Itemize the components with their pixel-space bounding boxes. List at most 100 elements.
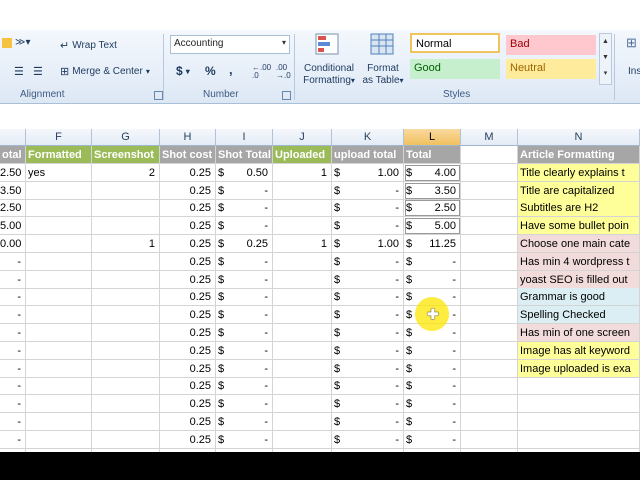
- cell-shot-total[interactable]: $-: [216, 324, 273, 342]
- cell-total-prev[interactable]: -: [0, 359, 26, 378]
- cell[interactable]: [461, 270, 518, 289]
- cell-total-prev[interactable]: -: [0, 448, 26, 452]
- cell-formatted[interactable]: [26, 235, 92, 253]
- cell[interactable]: [461, 413, 518, 431]
- cell-shot-cost[interactable]: 0.25: [160, 324, 216, 342]
- styles-gallery-scroll[interactable]: ▲ ▼ ▾: [599, 33, 612, 85]
- cell[interactable]: [518, 448, 640, 452]
- cell-upload-total[interactable]: $-: [332, 306, 404, 325]
- cell-total-prev[interactable]: 5.00: [0, 217, 26, 236]
- header-cell-f[interactable]: Formatted: [26, 146, 92, 164]
- cell-formatted[interactable]: [26, 252, 92, 271]
- cell-shot-total[interactable]: $-: [216, 199, 273, 218]
- alignment-launcher-icon[interactable]: [154, 91, 163, 100]
- cell-screenshot[interactable]: [92, 413, 160, 431]
- cell-upload-total[interactable]: $-: [332, 448, 404, 452]
- cell-shot-cost[interactable]: 0.25: [160, 430, 216, 449]
- comma-style-button[interactable]: ,: [229, 62, 233, 77]
- cell-formatted[interactable]: [26, 395, 92, 414]
- checklist-item[interactable]: Title clearly explains t: [518, 163, 640, 182]
- cell-shot-total[interactable]: $-: [216, 413, 273, 431]
- cell-shot-total[interactable]: $-: [216, 217, 273, 236]
- cell[interactable]: [518, 395, 640, 414]
- style-bad[interactable]: Bad: [506, 35, 596, 55]
- cell-screenshot[interactable]: 1: [92, 235, 160, 253]
- cell-shot-cost[interactable]: 0.25: [160, 181, 216, 200]
- cell-upload-total[interactable]: $-: [332, 413, 404, 431]
- orientation-button[interactable]: ≫▾: [2, 37, 31, 48]
- cell-upload-total[interactable]: $-: [332, 217, 404, 236]
- cell-formatted[interactable]: [26, 448, 92, 452]
- cell-upload-total[interactable]: $-: [332, 324, 404, 342]
- cell-total-prev[interactable]: -: [0, 377, 26, 396]
- checklist-item[interactable]: Image uploaded is exa: [518, 359, 640, 378]
- increase-decimal-button[interactable]: ←.00 .0: [252, 64, 271, 80]
- decrease-decimal-button[interactable]: .00 →.0: [276, 64, 294, 80]
- cell-shot-total[interactable]: $-: [216, 359, 273, 378]
- cell-formatted[interactable]: [26, 181, 92, 200]
- currency-format-button[interactable]: $ ▾: [176, 64, 190, 78]
- cell-uploaded[interactable]: [273, 324, 332, 342]
- cell-shot-total[interactable]: $-: [216, 341, 273, 360]
- cell-total[interactable]: $5.00: [404, 217, 461, 236]
- cell-uploaded[interactable]: [273, 395, 332, 414]
- merge-center-button[interactable]: ⊞ Merge & Center ▾: [60, 65, 150, 78]
- cell-shot-cost[interactable]: 0.25: [160, 235, 216, 253]
- column-header-f[interactable]: F: [26, 129, 92, 146]
- cell-upload-total[interactable]: $-: [332, 377, 404, 396]
- cell-upload-total[interactable]: $-: [332, 181, 404, 200]
- cell-shot-cost[interactable]: 0.25: [160, 288, 216, 307]
- cell-uploaded[interactable]: [273, 359, 332, 378]
- cell-total[interactable]: $-: [404, 413, 461, 431]
- cell-uploaded[interactable]: [273, 306, 332, 325]
- style-normal[interactable]: Normal: [410, 33, 500, 53]
- formula-bar-area[interactable]: [0, 104, 640, 130]
- cell[interactable]: [461, 235, 518, 253]
- checklist-item[interactable]: yoast SEO is filled out: [518, 270, 640, 289]
- cell-shot-total[interactable]: $-: [216, 270, 273, 289]
- cell-total[interactable]: $3.50: [404, 181, 461, 200]
- column-header-h[interactable]: H: [160, 129, 216, 146]
- cell-total-prev[interactable]: 2.50: [0, 199, 26, 218]
- column-header-m[interactable]: M: [461, 129, 518, 146]
- cell-uploaded[interactable]: [273, 288, 332, 307]
- header-cell-i[interactable]: Shot Total: [216, 146, 273, 164]
- decrease-indent-button[interactable]: ☰: [14, 65, 24, 78]
- cell-screenshot[interactable]: [92, 341, 160, 360]
- cell-upload-total[interactable]: $-: [332, 288, 404, 307]
- cell-total-prev[interactable]: -: [0, 252, 26, 271]
- cell-formatted[interactable]: [26, 288, 92, 307]
- checklist-item[interactable]: Spelling Checked: [518, 306, 640, 325]
- cell-upload-total[interactable]: $-: [332, 270, 404, 289]
- cell-screenshot[interactable]: [92, 199, 160, 218]
- cell-formatted[interactable]: [26, 217, 92, 236]
- number-format-dropdown[interactable]: Accounting ▾: [170, 35, 290, 54]
- cell-formatted[interactable]: [26, 199, 92, 218]
- cell-total[interactable]: $-: [404, 252, 461, 271]
- style-good[interactable]: Good: [410, 59, 500, 79]
- header-cell-l[interactable]: Total: [404, 146, 461, 164]
- cell-screenshot[interactable]: 2: [92, 163, 160, 182]
- cell-total-prev[interactable]: -: [0, 270, 26, 289]
- cell[interactable]: [518, 413, 640, 431]
- cell-uploaded[interactable]: [273, 448, 332, 452]
- cell-upload-total[interactable]: $-: [332, 359, 404, 378]
- checklist-item[interactable]: Has min 4 wordpress t: [518, 252, 640, 271]
- cell-upload-total[interactable]: $1.00: [332, 163, 404, 182]
- cell-screenshot[interactable]: [92, 270, 160, 289]
- cell-shot-total[interactable]: $0.25: [216, 235, 273, 253]
- style-neutral[interactable]: Neutral: [506, 59, 596, 79]
- header-cell-h[interactable]: Shot cost: [160, 146, 216, 164]
- conditional-formatting-button[interactable]: Conditional Formatting▾: [300, 33, 358, 89]
- column-header-j[interactable]: J: [273, 129, 332, 146]
- cell-total-prev[interactable]: -: [0, 324, 26, 342]
- increase-indent-button[interactable]: ☰: [33, 65, 43, 78]
- cell[interactable]: [461, 199, 518, 218]
- cell-uploaded[interactable]: [273, 413, 332, 431]
- column-header-g[interactable]: G: [92, 129, 160, 146]
- cell-total-prev[interactable]: -: [0, 413, 26, 431]
- column-header-l[interactable]: L: [404, 129, 461, 146]
- cell-shot-cost[interactable]: 0.25: [160, 270, 216, 289]
- cell-shot-cost[interactable]: 0.25: [160, 217, 216, 236]
- insert-cells-button[interactable]: ⊞ Ins: [622, 33, 640, 89]
